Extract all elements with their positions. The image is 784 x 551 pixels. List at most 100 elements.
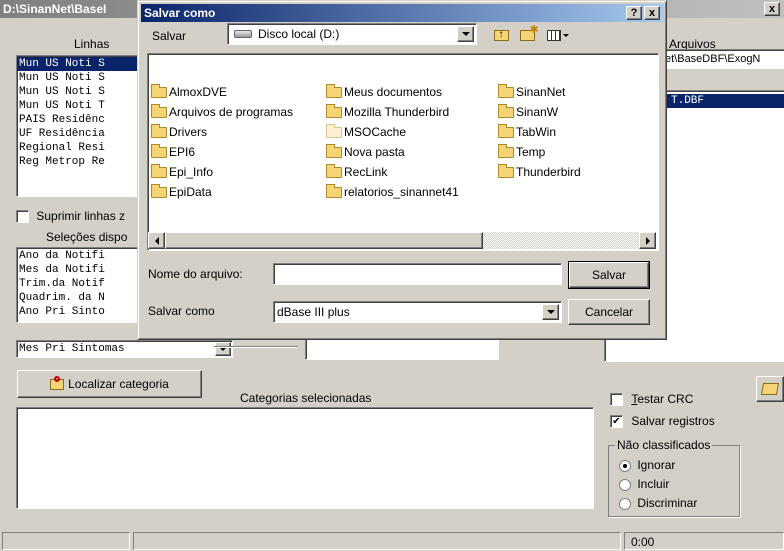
new-folder-button[interactable]: ✱	[516, 24, 539, 45]
selecoes-list[interactable]: Ano da Notifi Mes da Notifi Trim.da Noti…	[16, 247, 146, 323]
folder-icon	[326, 104, 342, 119]
horizontal-scrollbar[interactable]	[148, 232, 656, 249]
file-item[interactable]: relatorios_sinannet41	[326, 184, 459, 200]
file-item[interactable]: EpiData	[151, 184, 212, 200]
categorias-list[interactable]	[16, 407, 594, 509]
salvar-button-face[interactable]: Salvar	[569, 262, 649, 288]
dialog-close-button[interactable]: x	[644, 6, 660, 20]
suprimir-label: Suprimir linhas z	[36, 209, 126, 223]
dialog-titlebar: Salvar como ? x	[141, 4, 664, 22]
file-item[interactable]: SinanW	[498, 104, 558, 120]
list-item[interactable]: Mun US Noti T	[17, 99, 145, 113]
status-pane-2	[133, 532, 621, 550]
file-item[interactable]: AlmoxDVE	[151, 84, 227, 100]
new-folder-icon: ✱	[519, 24, 539, 41]
list-item[interactable]: Mun US Noti S	[17, 85, 145, 99]
selecoes-combo[interactable]: Mes Pri Sintomas	[16, 340, 233, 358]
chevron-down-icon	[563, 33, 569, 37]
folder-icon	[498, 84, 514, 99]
file-item[interactable]: Meus documentos	[326, 84, 442, 100]
chevron-down-icon	[461, 32, 470, 36]
file-list[interactable]: AlmoxDVE Arquivos de programas Drivers E…	[147, 53, 659, 251]
localizar-label: Localizar categoria	[68, 377, 169, 391]
file-item[interactable]: Temp	[498, 144, 545, 160]
salvar-registros-checkbox[interactable]: ✔ Salvar registros	[610, 414, 715, 429]
list-item[interactable]: Trim.da Notif	[17, 277, 145, 291]
folder-icon	[151, 144, 167, 159]
radio-discriminar[interactable]: Discriminar	[619, 496, 697, 510]
up-folder-button[interactable]: ↑	[490, 25, 512, 45]
testar-crc-check-box[interactable]	[610, 393, 623, 407]
cancelar-button[interactable]: Cancelar	[568, 299, 650, 325]
suprimir-checkbox[interactable]: Suprimir linhas z	[16, 209, 126, 224]
help-button[interactable]: ?	[626, 6, 642, 20]
folder-icon	[151, 124, 167, 139]
radio-discriminar-label: Discriminar	[637, 496, 698, 510]
list-item[interactable]: T.DBF	[666, 94, 784, 108]
file-item[interactable]: Drivers	[151, 124, 207, 140]
folder-icon	[151, 84, 167, 99]
type-label: Salvar como	[148, 304, 215, 318]
radio-incluir-button[interactable]	[619, 478, 631, 491]
status-pane-1	[2, 532, 130, 550]
file-item[interactable]: SinanNet	[498, 84, 565, 100]
location-combo[interactable]: Disco local (D:)	[227, 23, 477, 45]
suprimir-check-box[interactable]	[16, 210, 29, 224]
testar-crc-checkbox[interactable]: Testar CRC	[610, 392, 694, 407]
scroll-right-button[interactable]	[639, 232, 656, 249]
location-dropdown-button[interactable]	[457, 26, 474, 42]
status-pane-3: 0:00	[624, 532, 784, 550]
list-item[interactable]: Mun US Noti S	[17, 57, 145, 71]
location-value: Disco local (D:)	[258, 27, 340, 41]
folder-icon	[151, 184, 167, 199]
folder-icon	[151, 164, 167, 179]
file-item[interactable]: Epi_Info	[151, 164, 213, 180]
main-close-button[interactable]: x	[764, 2, 780, 16]
list-item[interactable]: Mes da Notifi	[17, 263, 145, 277]
radio-incluir[interactable]: Incluir	[619, 477, 669, 491]
file-item[interactable]: RecLink	[326, 164, 387, 180]
file-item[interactable]: MSOCache	[326, 124, 406, 140]
linhas-label: Linhas	[74, 37, 110, 51]
list-item[interactable]: PAIS Residênc	[17, 113, 145, 127]
drive-icon	[234, 30, 252, 38]
radio-discriminar-button[interactable]	[619, 497, 631, 510]
list-item[interactable]: Ano Pri Sinto	[17, 305, 145, 319]
scroll-left-button[interactable]	[148, 232, 165, 249]
find-icon	[50, 375, 65, 390]
salvar-registros-check-box[interactable]: ✔	[610, 415, 623, 429]
value-field[interactable]	[305, 338, 499, 360]
view-grid-icon	[547, 29, 561, 41]
open-folder-button[interactable]	[756, 376, 784, 402]
list-item[interactable]: UF Residência	[17, 127, 145, 141]
localizar-categoria-button[interactable]: Localizar categoria	[17, 370, 202, 398]
status-time: 0:00	[631, 535, 655, 549]
file-item[interactable]: Arquivos de programas	[151, 104, 293, 120]
list-item[interactable]: Regional Resi	[17, 141, 145, 155]
list-item[interactable]: Quadrim. da N	[17, 291, 145, 305]
filename-input[interactable]	[273, 263, 562, 285]
file-item[interactable]: Nova pasta	[326, 144, 405, 160]
file-item[interactable]: Mozilla Thunderbird	[326, 104, 449, 120]
linhas-list[interactable]: Mun US Noti S Mun US Noti S Mun US Noti …	[16, 55, 146, 197]
file-item[interactable]: EPI6	[151, 144, 195, 160]
type-dropdown-button[interactable]	[542, 304, 559, 320]
view-menu-button[interactable]	[542, 25, 574, 45]
file-item[interactable]: Thunderbird	[498, 164, 581, 180]
radio-ignorar[interactable]: Ignorar	[619, 458, 675, 472]
type-combo[interactable]: dBase III plus	[273, 301, 562, 323]
salvar-button[interactable]: Salvar	[568, 261, 650, 289]
scroll-thumb[interactable]	[165, 232, 483, 249]
type-value: dBase III plus	[277, 305, 350, 319]
scroll-left-icon	[154, 236, 159, 245]
arquivos-path: et\BaseDBF\ExogN	[665, 53, 761, 65]
list-item[interactable]: Reg Metrop Re	[17, 155, 145, 169]
list-item[interactable]: Mun US Noti S	[17, 71, 145, 85]
selecoes-label: Seleções dispo	[46, 230, 128, 244]
file-item[interactable]: TabWin	[498, 124, 556, 140]
radio-ignorar-button[interactable]	[619, 459, 631, 472]
list-item[interactable]: Ano da Notifi	[17, 249, 145, 263]
combo-dropdown-button[interactable]	[215, 342, 231, 356]
salvar-registros-label: Salvar registros	[631, 414, 715, 428]
testar-crc-label: Testar CRC	[631, 392, 694, 406]
